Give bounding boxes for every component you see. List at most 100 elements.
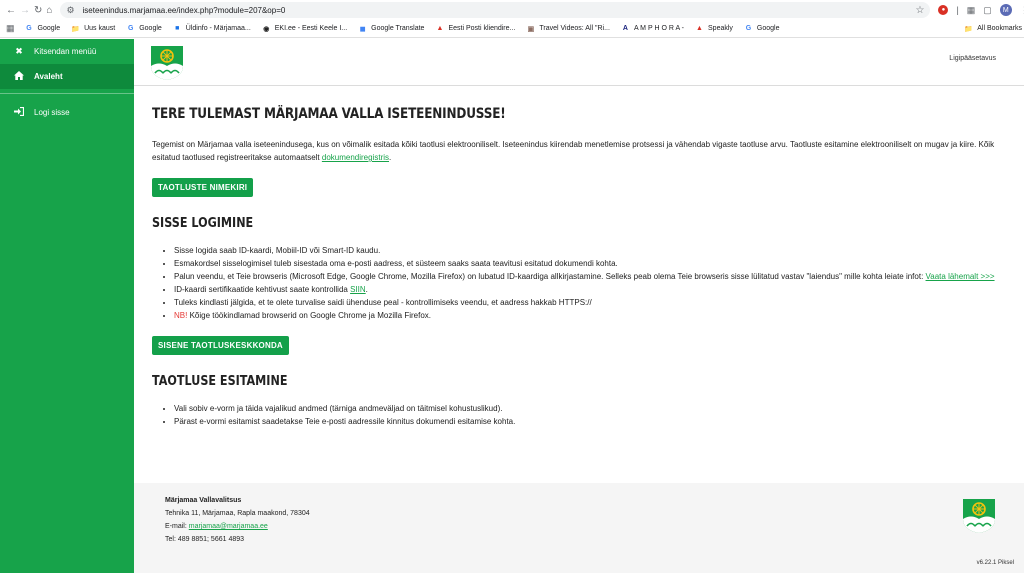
bookmark-label: Travel Videos: All "Ri...	[539, 25, 610, 32]
email-label: E-mail:	[165, 523, 189, 530]
bookmark-label: Uus kaust	[84, 25, 116, 32]
read-more-link[interactable]: Vaata lähemalt >>>	[926, 272, 995, 281]
submission-section-title: TAOTLUSE ESITAMINE	[152, 374, 288, 389]
list-item-text: Palun veendu, et Teie browseris (Microso…	[174, 272, 926, 281]
google-icon: G	[745, 25, 752, 32]
submission-info-list: Vali sobiv e-vorm ja täida vajalikud and…	[152, 402, 1002, 428]
sidebar-item-label: Logi sisse	[34, 108, 70, 117]
travel-icon: ▣	[527, 25, 535, 33]
phone: Tel: 489 8851; 5661 4893	[165, 536, 245, 543]
close-icon: ✖	[15, 46, 23, 56]
apps-grid-icon[interactable]: ▦	[6, 23, 15, 34]
toolbar-divider-icon: |	[956, 5, 959, 15]
intro-paragraph: Tegemist on Märjamaa valla iseteeninduse…	[152, 138, 1002, 164]
page-title: TERE TULEMAST MÄRJAMAA VALLA ISETEENINDU…	[152, 106, 506, 122]
login-section-title: SISSE LOGIMINE	[152, 216, 254, 231]
accessibility-link[interactable]: Ligipääsetavus	[949, 55, 996, 62]
bookmark-item[interactable]: ▲ Eesti Posti kliendire...	[435, 24, 515, 33]
all-bookmarks[interactable]: 📁 All Bookmarks	[960, 24, 1022, 33]
sidebar-item-login[interactable]: Logi sisse	[0, 100, 134, 125]
page-footer: Märjamaa Vallavalitsus Tehnika 11, Märja…	[134, 483, 1024, 573]
intro-text: Tegemist on Märjamaa valla iseteeninduse…	[152, 140, 995, 162]
page-header: Ligipääsetavus	[134, 39, 1024, 86]
bookmark-label: Eesti Posti kliendire...	[448, 25, 516, 32]
email-link[interactable]: marjamaa@marjamaa.ee	[189, 523, 268, 530]
menu-kebab-icon[interactable]: ⋮	[1020, 3, 1024, 17]
reload-icon[interactable]: ↻	[34, 2, 42, 18]
bookmark-label: Google	[139, 25, 162, 32]
speakly-icon: ▲	[696, 25, 703, 32]
folder-icon: 📁	[71, 25, 80, 33]
bookmark-item[interactable]: G Google	[744, 24, 780, 33]
main-content: TERE TULEMAST MÄRJAMAA VALLA ISETEENINDU…	[152, 86, 1002, 428]
list-item-text: Kõige töökindlamad browserid on Google C…	[187, 311, 432, 320]
sidebar-item-label: Avaleht	[34, 72, 63, 81]
site-info-icon[interactable]: ⚙	[66, 5, 74, 16]
certificate-check-link[interactable]: SIIN	[350, 285, 366, 294]
bookmark-label: A M P H O R A -	[633, 25, 685, 32]
list-item: Tuleks kindlasti jälgida, et te olete tu…	[174, 296, 1002, 309]
sidebar: ✖ Kitsendan menüü Avaleht Logi sisse	[0, 39, 134, 573]
nb-label: NB!	[174, 311, 188, 320]
google-icon: G	[26, 25, 32, 32]
bookmark-item[interactable]: ▣ Travel Videos: All "Ri...	[526, 24, 610, 33]
profile-initial: M	[999, 4, 1012, 16]
version-label: v6.22.1 Piksel	[976, 560, 1014, 566]
email-line: E-mail: marjamaa@marjamaa.ee	[165, 520, 310, 533]
sidebar-divider	[0, 93, 134, 94]
list-item: Palun veendu, et Teie browseris (Microso…	[174, 270, 1002, 283]
bookmark-label: Üldinfo - Märjamaa...	[185, 25, 251, 32]
bookmark-item[interactable]: ◉ EKI.ee - Eesti Keele I...	[262, 24, 347, 33]
google-icon: G	[127, 25, 134, 32]
extensions-puzzle-icon[interactable]: ▦	[967, 3, 976, 17]
bookmark-label: EKI.ee - Eesti Keele I...	[274, 25, 348, 32]
address-bar[interactable]: ⚙ iseteenindus.marjamaa.ee/index.php?mod…	[60, 2, 931, 18]
back-arrow-icon[interactable]: ←	[6, 2, 16, 18]
organization-name: Märjamaa Vallavalitsus	[165, 497, 242, 504]
list-item: Sisse logida saab ID-kaardi, Mobiil-ID v…	[174, 244, 1002, 257]
sign-in-icon	[12, 106, 26, 118]
bookmark-label: Speakly	[708, 25, 733, 32]
list-item-text: ID-kaardi sertifikaatide kehtivust saate…	[174, 285, 351, 294]
list-item: Pärast e-vormi esitamist saadetakse Teie…	[174, 415, 1002, 428]
list-item: NB! Kõige töökindlamad browserid on Goog…	[174, 309, 1002, 322]
profile-avatar[interactable]: M	[999, 3, 1012, 17]
enter-application-center-button[interactable]: SISENE TAOTLUSKESKKONDA	[152, 336, 289, 355]
bookmarks-bar: ▦ G Google 📁 Uus kaust G Google ■ Üldinfo - …	[0, 20, 1024, 38]
sidebar-item-label: Kitsendan menüü	[34, 47, 97, 56]
browser-toolbar: ← → ↻ ⌂ ⚙ iseteenindus.marjamaa.ee/index…	[0, 0, 1024, 20]
bookmark-item[interactable]: G Google	[126, 24, 162, 33]
url-text[interactable]: iseteenindus.marjamaa.ee/index.php?modul…	[83, 6, 916, 15]
bookmark-item[interactable]: 📁 Uus kaust	[71, 24, 115, 33]
list-item: Esmakordsel sisselogimisel tuleb sisesta…	[174, 257, 1002, 270]
sidebar-item-home[interactable]: Avaleht	[0, 64, 134, 89]
list-item: ID-kaardi sertifikaatide kehtivust saate…	[174, 283, 1002, 296]
eki-icon: ◉	[263, 25, 270, 33]
bookmark-item[interactable]: G Google	[25, 24, 61, 33]
bookmark-item[interactable]: ◼ Google Translate	[358, 24, 425, 33]
footer-crest-logo	[963, 499, 995, 535]
extension-icon[interactable]: ●	[938, 3, 949, 17]
folder-icon: 📁	[964, 25, 974, 33]
sidebar-collapse-menu[interactable]: ✖ Kitsendan menüü	[0, 39, 134, 64]
side-panel-icon[interactable]: ▢	[983, 3, 992, 17]
home-icon[interactable]: ⌂	[46, 2, 52, 18]
bookmark-label: Google	[37, 25, 61, 32]
forward-arrow-icon[interactable]: →	[20, 2, 30, 18]
list-item-end: .	[365, 285, 368, 294]
login-info-list: Sisse logida saab ID-kaardi, Mobiil-ID v…	[152, 244, 1002, 322]
amphora-icon: A	[622, 25, 628, 32]
document-register-link[interactable]: dokumendiregistris	[322, 153, 389, 162]
address: Tehnika 11, Märjamaa, Rapla maakond, 783…	[165, 510, 310, 517]
bookmark-item[interactable]: ■ Üldinfo - Märjamaa...	[173, 24, 251, 33]
municipality-crest-logo[interactable]	[151, 46, 183, 82]
list-item: Vali sobiv e-vorm ja täida vajalikud and…	[174, 402, 1002, 415]
applications-list-button[interactable]: TAOTLUSTE NIMEKIRI	[152, 178, 254, 197]
home-icon	[12, 71, 26, 82]
bookmark-label: Google	[756, 25, 780, 32]
intro-end: .	[389, 153, 392, 162]
bookmark-item[interactable]: AA M P H O R A -	[621, 24, 684, 33]
bookmark-item[interactable]: ▲ Speakly	[695, 24, 733, 33]
site-icon: ■	[175, 25, 180, 32]
bookmark-star-icon[interactable]: ☆	[915, 5, 924, 16]
